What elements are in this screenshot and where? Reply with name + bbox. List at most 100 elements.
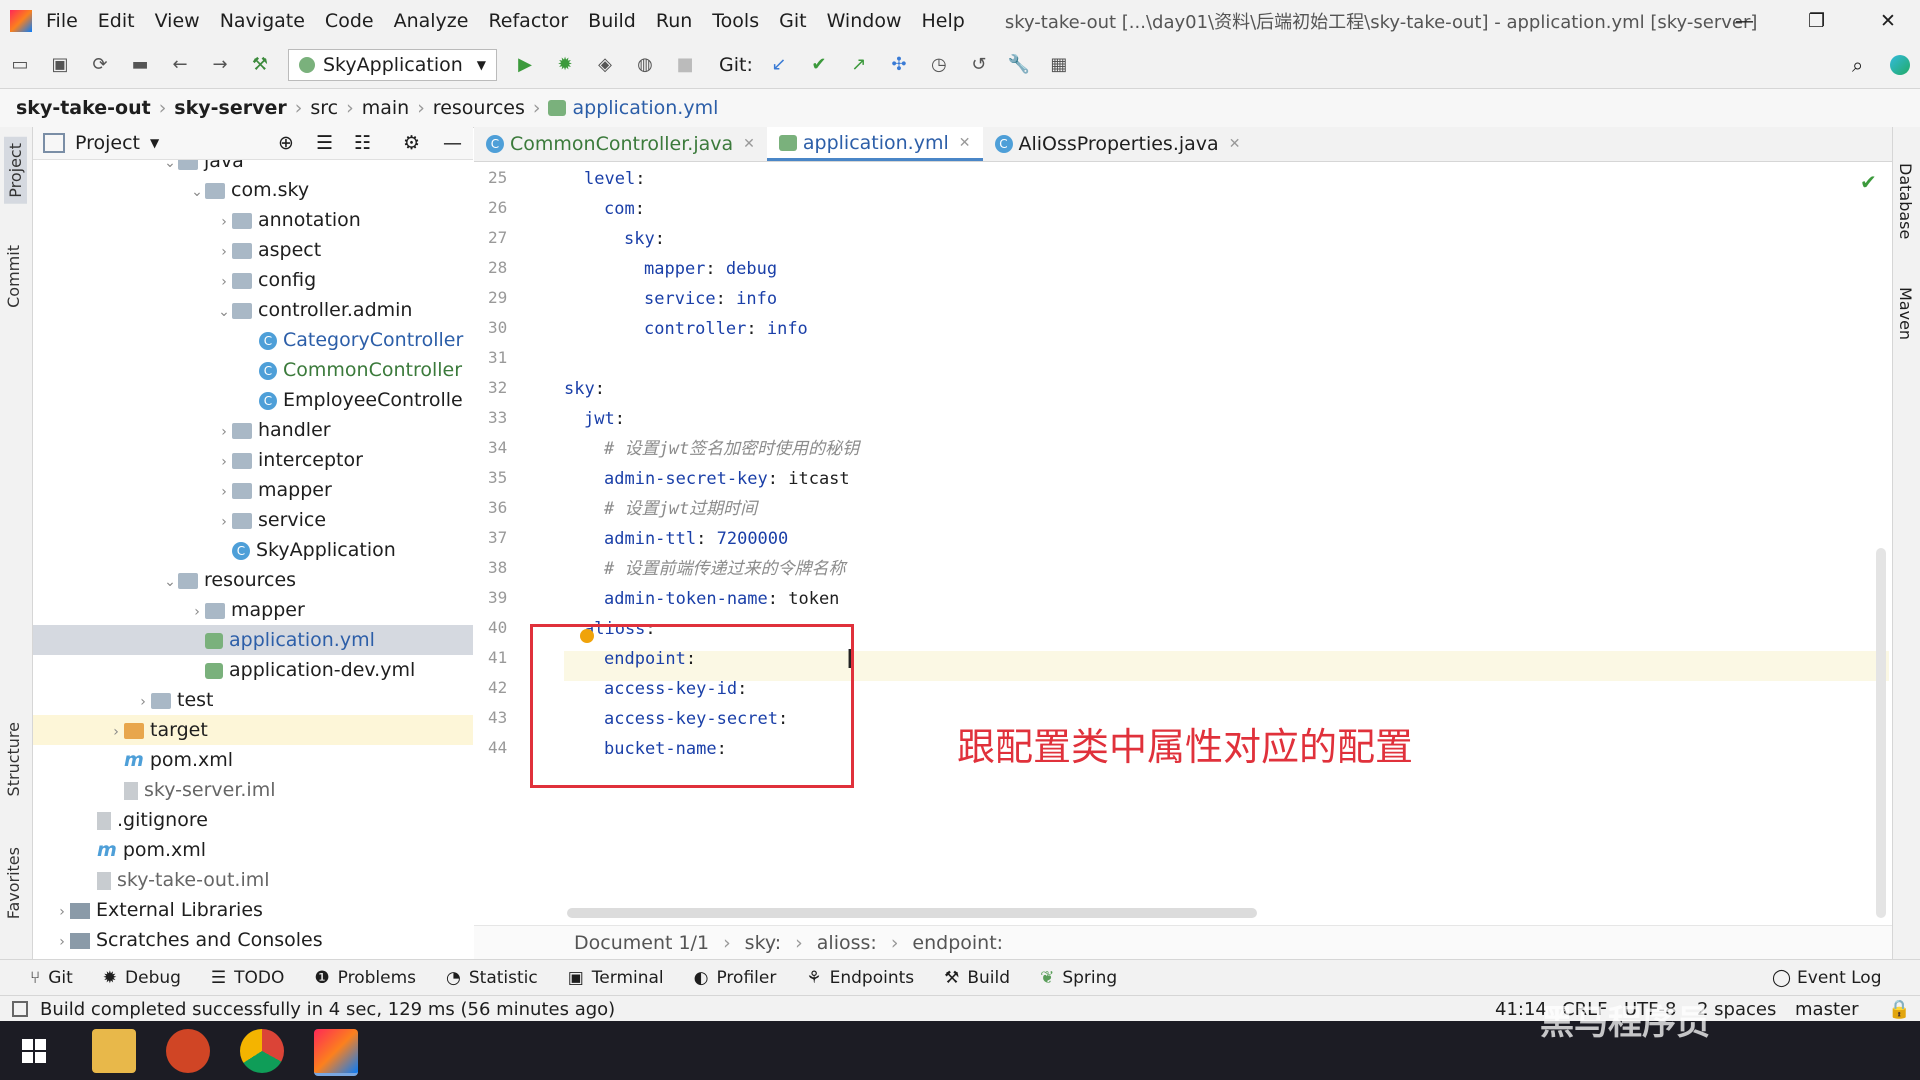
editor-tab[interactable]: C CommonController.java ✕ xyxy=(474,127,767,161)
code-line[interactable]: admin-token-name: token xyxy=(564,584,839,614)
stop-icon[interactable]: ■ xyxy=(674,54,696,76)
menu-item[interactable]: Window xyxy=(827,10,902,32)
editor-breadcrumb-item[interactable]: endpoint: xyxy=(912,932,1003,954)
tree-node[interactable]: › mapper xyxy=(33,475,473,505)
debug-icon[interactable]: ✹ xyxy=(554,54,576,76)
open-icon[interactable]: ▭ xyxy=(9,54,31,76)
code-line[interactable]: # 设置前端传递过来的令牌名称 xyxy=(564,554,845,584)
chevron-down-icon[interactable]: ⌄ xyxy=(189,177,205,207)
file-explorer-icon[interactable] xyxy=(92,1029,136,1073)
tool-window-profiler[interactable]: ◐ Profiler xyxy=(694,968,777,988)
stripe-tab-maven[interactable]: Maven xyxy=(1896,287,1915,340)
tool-window-git[interactable]: ⑂ Git xyxy=(30,968,73,988)
tool-window-problems[interactable]: ❶ Problems xyxy=(314,968,416,988)
collapse-all-icon[interactable]: ☷ xyxy=(354,132,371,154)
tree-node[interactable]: ⌄ resources xyxy=(33,565,473,595)
tool-window-endpoints[interactable]: ⚘ Endpoints xyxy=(806,968,914,988)
tool-window-spring[interactable]: ❦ Spring xyxy=(1040,968,1117,988)
git-history-icon[interactable]: ◷ xyxy=(928,54,950,76)
menu-item[interactable]: Analyze xyxy=(394,10,469,32)
tree-node[interactable]: application.yml xyxy=(33,625,473,655)
editor-breadcrumb-item[interactable]: alioss: xyxy=(817,932,877,954)
code-line[interactable]: # 设置jwt过期时间 xyxy=(564,494,757,524)
breadcrumb-item[interactable]: main xyxy=(362,97,409,119)
inspection-ok-icon[interactable]: ✔ xyxy=(1860,170,1877,194)
code-line[interactable]: sky: xyxy=(564,224,665,254)
chevron-right-icon[interactable]: › xyxy=(216,267,232,297)
windows-start-icon[interactable] xyxy=(22,1039,46,1063)
chevron-down-icon[interactable]: ⌄ xyxy=(216,297,232,327)
tree-node[interactable]: .gitignore xyxy=(33,805,473,835)
tree-node[interactable]: › service xyxy=(33,505,473,535)
close-icon[interactable]: ✕ xyxy=(1880,10,1896,32)
stripe-tab-commit[interactable]: Commit xyxy=(4,245,23,308)
tree-node[interactable]: m pom.xml xyxy=(33,835,473,865)
code-line[interactable]: controller: info xyxy=(564,314,808,344)
tree-node[interactable]: ⌄ com.sky xyxy=(33,175,473,205)
run-icon[interactable]: ▶ xyxy=(514,54,536,76)
expand-all-icon[interactable]: ☰ xyxy=(316,132,333,154)
code-editor[interactable]: level: com: sky: mapper: debug service: info… xyxy=(564,162,1764,912)
tree-node[interactable]: C CommonController xyxy=(33,355,473,385)
code-line[interactable]: jwt: xyxy=(564,404,625,434)
powerpoint-icon[interactable] xyxy=(166,1029,210,1073)
tree-node[interactable]: application-dev.yml xyxy=(33,655,473,685)
tool-window-terminal[interactable]: ▣ Terminal xyxy=(568,968,664,988)
breadcrumb-item[interactable]: sky-take-out xyxy=(16,97,151,119)
tree-node[interactable]: › config xyxy=(33,265,473,295)
chevron-right-icon[interactable]: › xyxy=(216,447,232,477)
toolbox-icon[interactable] xyxy=(1890,55,1910,75)
tree-node[interactable]: C CategoryController xyxy=(33,325,473,355)
breadcrumb-item[interactable]: sky-server xyxy=(174,97,286,119)
restore-icon[interactable]: ❐ xyxy=(1808,10,1825,32)
chevron-right-icon[interactable]: › xyxy=(54,927,70,957)
minimize-icon[interactable]: — xyxy=(1735,10,1754,32)
menu-item[interactable]: Edit xyxy=(98,10,135,32)
intellij-taskbar-icon[interactable] xyxy=(314,1029,358,1076)
menu-item[interactable]: Code xyxy=(325,10,374,32)
chevron-right-icon[interactable]: › xyxy=(216,207,232,237)
chevron-down-icon[interactable]: ▼ xyxy=(150,136,159,150)
code-line[interactable]: service: info xyxy=(564,284,777,314)
settings-wrench-icon[interactable]: 🔧 xyxy=(1008,54,1030,76)
tree-node[interactable]: › handler xyxy=(33,415,473,445)
close-tab-icon[interactable]: ✕ xyxy=(743,136,755,152)
search-icon[interactable]: ⌕ xyxy=(1852,53,1863,77)
locate-icon[interactable]: ⊕ xyxy=(278,132,294,154)
close-tab-icon[interactable]: ✕ xyxy=(959,135,971,151)
code-line[interactable]: level: xyxy=(564,164,645,194)
menu-item[interactable]: View xyxy=(155,10,200,32)
menu-item[interactable]: Navigate xyxy=(220,10,305,32)
menu-item[interactable]: Build xyxy=(588,10,636,32)
save-icon[interactable]: ▣ xyxy=(49,54,71,76)
git-push-icon[interactable]: ↗ xyxy=(848,54,870,76)
breadcrumb-item[interactable]: src xyxy=(310,97,338,119)
tree-node[interactable]: › Scratches and Consoles xyxy=(33,925,473,955)
code-line[interactable]: admin-ttl: 7200000 xyxy=(564,524,788,554)
chrome-icon[interactable] xyxy=(240,1029,284,1073)
tree-node[interactable]: ⌄ java xyxy=(33,160,473,176)
coverage-icon[interactable]: ◈ xyxy=(594,54,616,76)
sync-icon[interactable]: ⟳ xyxy=(89,54,111,76)
project-structure-icon[interactable]: ▦ xyxy=(1048,54,1070,76)
stripe-tab-database[interactable]: Database xyxy=(1896,163,1915,239)
git-branch[interactable]: master xyxy=(1795,999,1858,1020)
build-hammer-icon[interactable]: ⚒ xyxy=(249,54,271,76)
git-merge-icon[interactable]: ✣ xyxy=(888,54,910,76)
breadcrumb-item[interactable]: resources xyxy=(433,97,525,119)
code-line[interactable]: sky: xyxy=(564,374,605,404)
code-line[interactable]: mapper: debug xyxy=(564,254,777,284)
tree-node[interactable]: › target xyxy=(33,715,473,745)
tool-window-build[interactable]: ⚒ Build xyxy=(944,968,1010,988)
editor-breadcrumb-item[interactable]: Document 1/1 xyxy=(574,932,709,954)
chevron-right-icon[interactable]: › xyxy=(216,477,232,507)
tree-node[interactable]: › mapper xyxy=(33,595,473,625)
menu-item[interactable]: Help xyxy=(921,10,964,32)
vertical-scrollbar[interactable] xyxy=(1876,548,1886,918)
profile-icon[interactable]: ◍ xyxy=(634,54,656,76)
chevron-right-icon[interactable]: › xyxy=(189,597,205,627)
menu-item[interactable]: Run xyxy=(656,10,692,32)
editor-tab[interactable]: C AliOssProperties.java ✕ xyxy=(983,127,1253,161)
editor-breadcrumb-item[interactable]: sky: xyxy=(745,932,782,954)
git-commit-icon[interactable]: ✔ xyxy=(808,54,830,76)
